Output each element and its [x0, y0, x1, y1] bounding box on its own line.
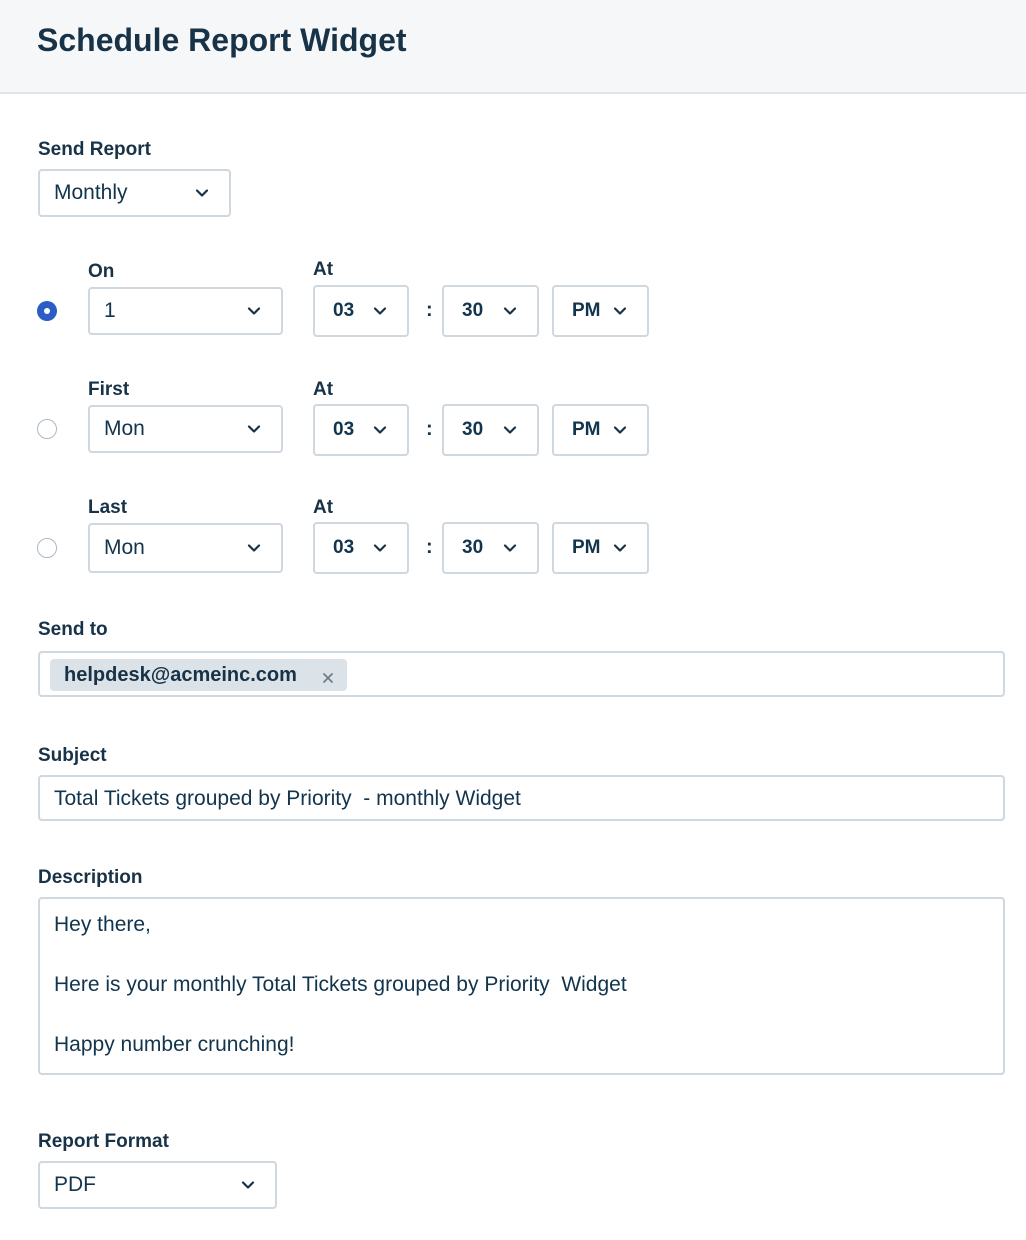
time-colon: :: [426, 299, 433, 321]
first-ampm-select[interactable]: PM: [552, 404, 649, 456]
description-line: Here is your monthly Total Tickets group…: [54, 973, 627, 996]
chevron-down-icon: [613, 541, 627, 555]
first-day-value: Mon: [104, 417, 145, 440]
subject-input[interactable]: Total Tickets grouped by Priority - mont…: [38, 775, 1005, 821]
chevron-down-icon: [373, 541, 387, 555]
last-day-value: Mon: [104, 536, 145, 559]
first-ampm-value: PM: [572, 419, 601, 440]
last-minute-value: 30: [462, 537, 484, 558]
on-minute-select[interactable]: 30: [442, 285, 539, 337]
first-day-select[interactable]: Mon: [88, 405, 283, 453]
send-to-field[interactable]: helpdesk@acmeinc.com: [38, 651, 1005, 697]
last-at-label: At: [313, 497, 334, 518]
on-hour-value: 03: [333, 300, 355, 321]
recipient-email: helpdesk@acmeinc.com: [64, 663, 297, 686]
first-minute-select[interactable]: 30: [442, 404, 539, 456]
send-report-select[interactable]: Monthly: [38, 169, 231, 217]
on-minute-value: 30: [462, 300, 484, 321]
chevron-down-icon: [503, 423, 517, 437]
chevron-down-icon: [613, 304, 627, 318]
last-ampm-value: PM: [572, 537, 601, 558]
first-label: First: [88, 379, 130, 400]
first-minute-value: 30: [462, 419, 484, 440]
last-minute-select[interactable]: 30: [442, 522, 539, 574]
last-ampm-select[interactable]: PM: [552, 522, 649, 574]
chevron-down-icon: [195, 186, 209, 200]
page-header: Schedule Report Widget: [0, 0, 1026, 94]
description-line: Happy number crunching!: [54, 1033, 295, 1056]
chevron-down-icon: [503, 304, 517, 318]
description-textarea[interactable]: Hey there, Here is your monthly Total Ti…: [38, 897, 1005, 1075]
chevron-down-icon: [373, 423, 387, 437]
on-label: On: [88, 261, 115, 282]
report-format-select[interactable]: PDF: [38, 1161, 277, 1209]
subject-value: Total Tickets grouped by Priority - mont…: [54, 787, 521, 810]
send-report-label: Send Report: [38, 139, 151, 160]
subject-label: Subject: [38, 745, 107, 766]
on-day-select[interactable]: 1: [88, 287, 283, 335]
radio-on[interactable]: [37, 301, 57, 321]
chevron-down-icon: [613, 423, 627, 437]
send-to-label: Send to: [38, 619, 108, 640]
radio-first[interactable]: [37, 419, 57, 439]
chevron-down-icon: [247, 541, 261, 555]
close-icon[interactable]: [321, 668, 335, 683]
radio-last[interactable]: [37, 538, 57, 558]
time-colon: :: [426, 418, 433, 440]
on-at-label: At: [313, 259, 334, 280]
last-hour-select[interactable]: 03: [313, 522, 409, 574]
recipient-tag: helpdesk@acmeinc.com: [50, 659, 347, 691]
chevron-down-icon: [247, 304, 261, 318]
first-hour-value: 03: [333, 419, 355, 440]
on-hour-select[interactable]: 03: [313, 285, 409, 337]
report-format-value: PDF: [54, 1173, 96, 1196]
last-day-select[interactable]: Mon: [88, 523, 283, 573]
on-ampm-value: PM: [572, 300, 601, 321]
send-report-value: Monthly: [54, 181, 128, 204]
chevron-down-icon: [241, 1178, 255, 1192]
last-label: Last: [88, 497, 128, 518]
description-line: Hey there,: [54, 913, 151, 936]
time-colon: :: [426, 536, 433, 558]
first-at-label: At: [313, 379, 334, 400]
on-day-value: 1: [104, 299, 116, 322]
report-format-label: Report Format: [38, 1131, 169, 1152]
chevron-down-icon: [503, 541, 517, 555]
last-hour-value: 03: [333, 537, 355, 558]
page-title: Schedule Report Widget: [37, 22, 407, 58]
on-ampm-select[interactable]: PM: [552, 285, 649, 337]
chevron-down-icon: [373, 304, 387, 318]
description-label: Description: [38, 867, 143, 888]
first-hour-select[interactable]: 03: [313, 404, 409, 456]
chevron-down-icon: [247, 422, 261, 436]
